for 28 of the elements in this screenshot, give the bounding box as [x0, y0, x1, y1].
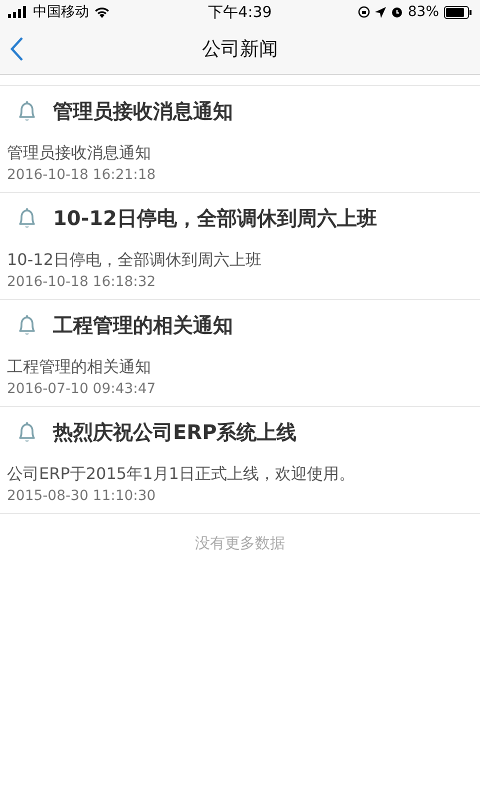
location-icon [374, 6, 386, 18]
news-summary: 10-12日停电，全部调休到周六上班 [7, 249, 262, 271]
news-title: 管理员接收消息通知 [53, 98, 233, 124]
news-title: 10-12日停电，全部调休到周六上班 [53, 204, 377, 232]
news-title: 热烈庆祝公司ERP系统上线 [53, 418, 297, 446]
back-icon[interactable] [10, 37, 24, 61]
news-summary: 管理员接收消息通知 [7, 142, 152, 164]
no-more-data-text: 没有更多数据 [195, 534, 285, 553]
news-title: 工程管理的相关通知 [53, 312, 233, 338]
news-item[interactable]: 管理员接收消息通知 管理员接收消息通知 2016-10-18 16:21:18 [0, 86, 480, 193]
news-item[interactable]: 热烈庆祝公司ERP系统上线 公司ERP于2015年1月1日正式上线，欢迎使用。 2015-08-30 11:10:30 [0, 407, 480, 514]
alarm-icon [390, 6, 403, 18]
signal-icon [8, 6, 28, 18]
news-item[interactable]: 10-12日停电，全部调休到周六上班 10-12日停电，全部调休到周六上班 2016-10-18 16:18:32 [0, 193, 480, 300]
status-time: 下午4:39 [208, 2, 272, 22]
battery-percent: 83% [408, 4, 439, 20]
news-date: 2015-08-30 11:10:30 [7, 487, 157, 506]
news-date: 2016-10-18 16:21:18 [7, 166, 157, 185]
page-title: 公司新闻 [202, 37, 278, 62]
news-summary: 工程管理的相关通知 [7, 356, 152, 378]
rotation-lock-icon [358, 6, 370, 18]
carrier-name: 中国移动 [33, 3, 89, 21]
battery-icon [444, 6, 472, 18]
wifi-icon [94, 6, 110, 18]
news-date: 2016-10-18 16:18:32 [7, 273, 157, 292]
news-summary: 公司ERP于2015年1月1日正式上线，欢迎使用。 [7, 463, 356, 485]
news-date: 2016-07-10 09:43:47 [7, 380, 157, 399]
news-item[interactable]: 工程管理的相关通知 工程管理的相关通知 2016-07-10 09:43:47 [0, 300, 480, 407]
